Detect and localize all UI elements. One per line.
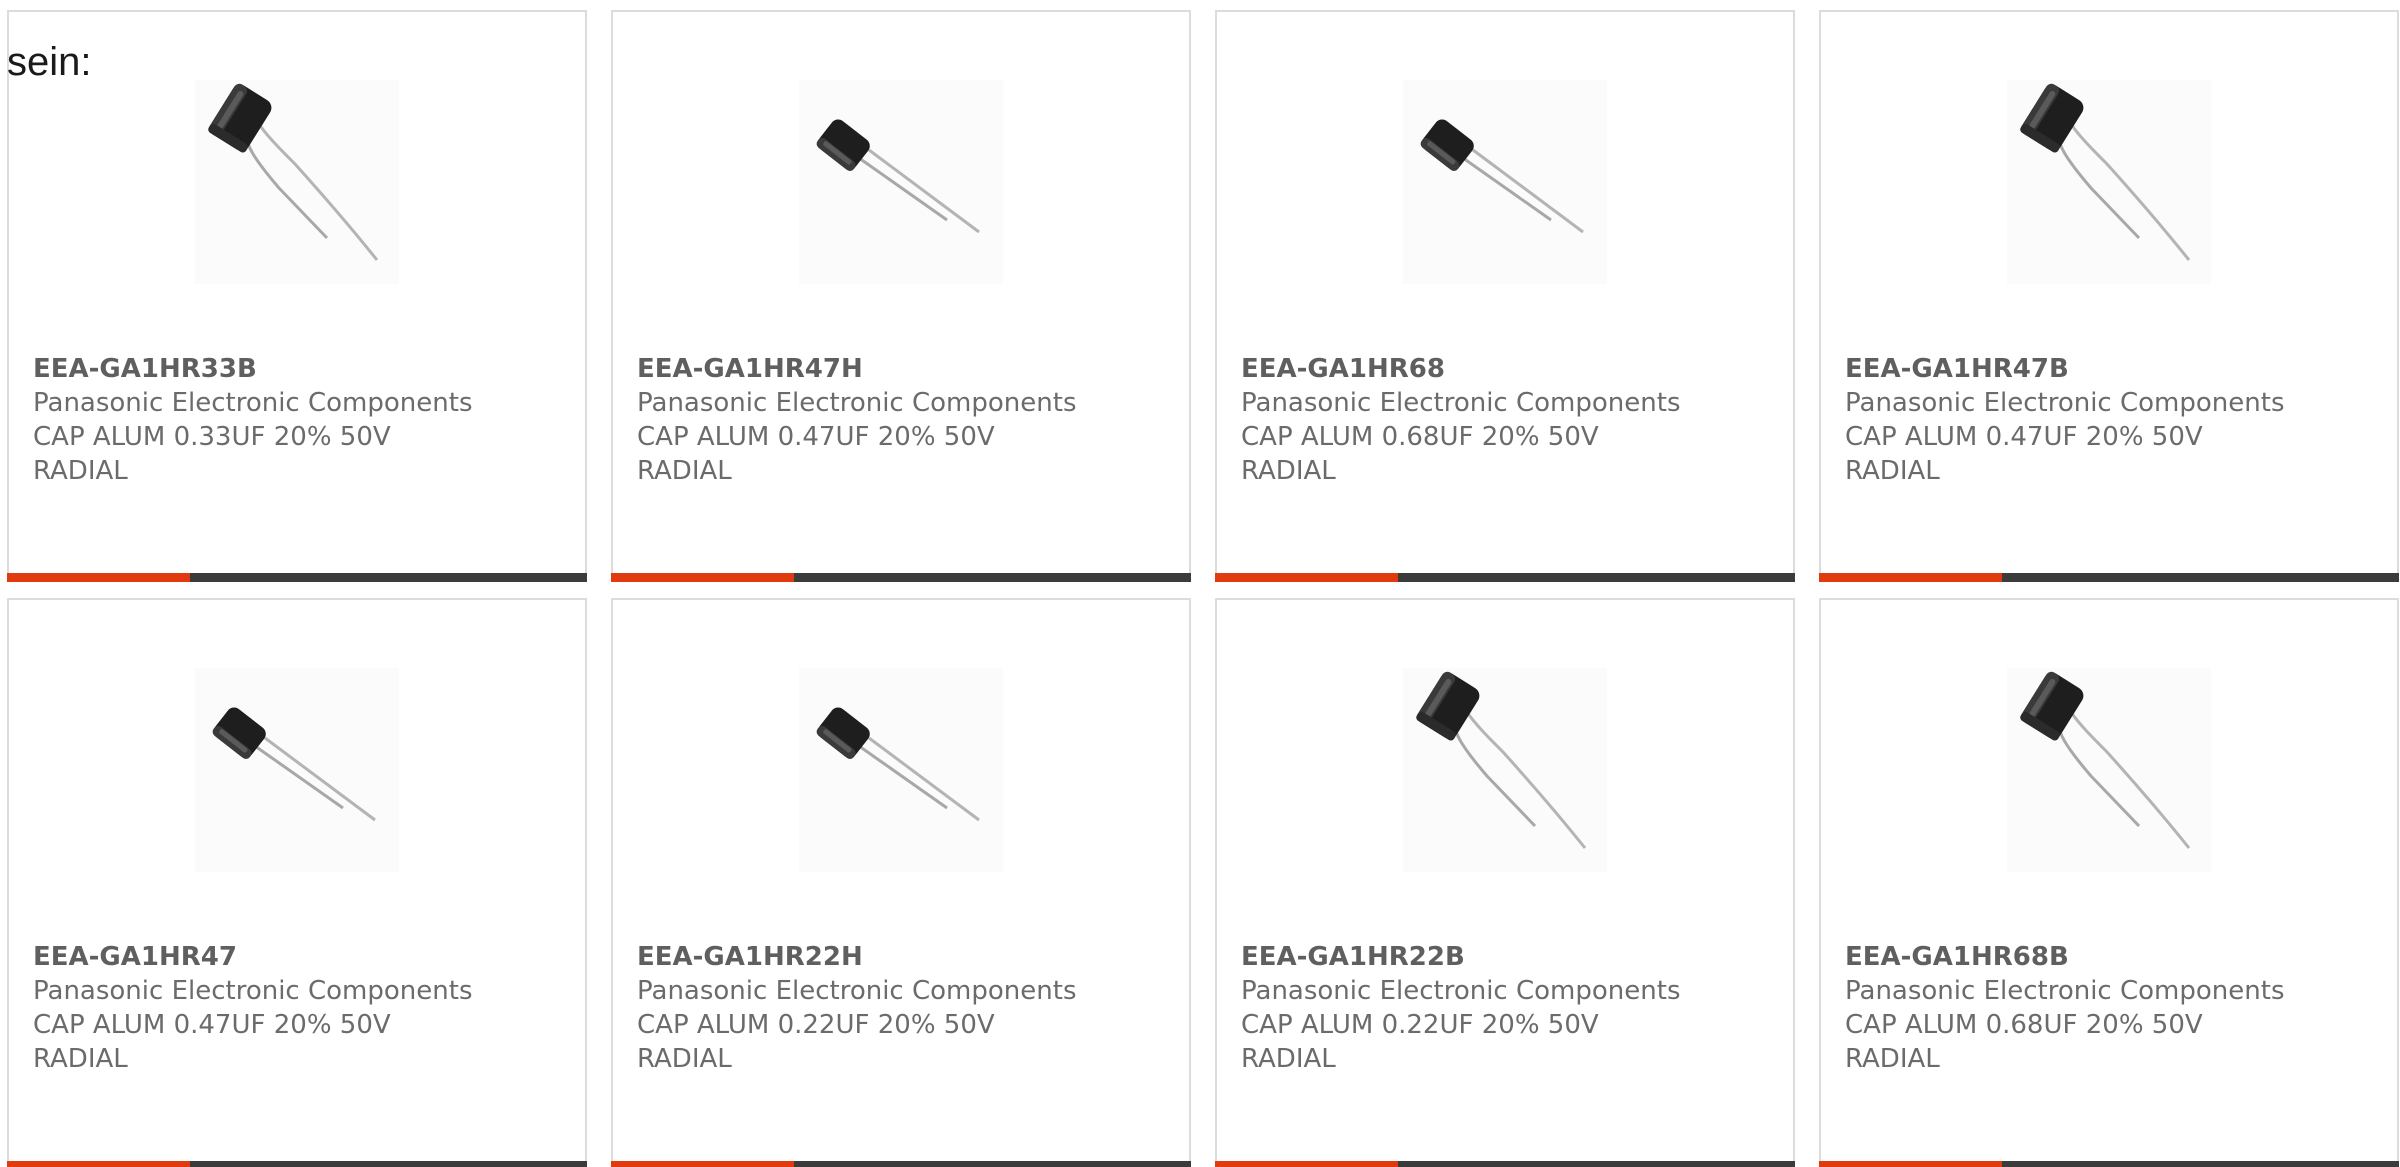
- card-bottom-bar: [1215, 573, 1795, 582]
- capacitor-bent-leads-image: [2007, 80, 2211, 284]
- product-card[interactable]: EEA-GA1HR22H Panasonic Electronic Compon…: [611, 598, 1191, 1167]
- product-info: EEA-GA1HR22H Panasonic Electronic Compon…: [637, 940, 1165, 1076]
- product-card[interactable]: EEA-GA1HR47 Panasonic Electronic Compone…: [7, 598, 587, 1167]
- part-number[interactable]: EEA-GA1HR22H: [637, 940, 1165, 974]
- page: sein: EEA-GA1HR33B Panasonic Electronic …: [0, 0, 2400, 1167]
- capacitor-bent-leads-image: [1403, 668, 1607, 872]
- description: CAP ALUM 0.68UF 20% 50V RADIAL: [1845, 1010, 2203, 1074]
- manufacturer: Panasonic Electronic Components: [637, 976, 1077, 1006]
- product-info: EEA-GA1HR47B Panasonic Electronic Compon…: [1845, 352, 2373, 488]
- part-number[interactable]: EEA-GA1HR68B: [1845, 940, 2373, 974]
- description: CAP ALUM 0.33UF 20% 50V RADIAL: [33, 422, 391, 486]
- card-bar-accent: [611, 573, 794, 582]
- product-info: EEA-GA1HR22B Panasonic Electronic Compon…: [1241, 940, 1769, 1076]
- intro-text: sein:: [7, 40, 92, 84]
- product-grid: EEA-GA1HR33B Panasonic Electronic Compon…: [7, 10, 2399, 1167]
- product-info: EEA-GA1HR68B Panasonic Electronic Compon…: [1845, 940, 2373, 1076]
- capacitor-bent-leads-image: [2007, 668, 2211, 872]
- product-card[interactable]: EEA-GA1HR47H Panasonic Electronic Compon…: [611, 10, 1191, 582]
- capacitor-straight-leads-image: [195, 668, 399, 872]
- description: CAP ALUM 0.22UF 20% 50V RADIAL: [637, 1010, 995, 1074]
- card-bar-accent: [7, 1161, 190, 1167]
- manufacturer: Panasonic Electronic Components: [1845, 976, 2285, 1006]
- capacitor-straight-leads-image: [799, 668, 1003, 872]
- card-bottom-bar: [7, 1161, 587, 1167]
- card-bottom-bar: [1819, 1161, 2399, 1167]
- manufacturer: Panasonic Electronic Components: [1241, 388, 1681, 418]
- product-card[interactable]: EEA-GA1HR68 Panasonic Electronic Compone…: [1215, 10, 1795, 582]
- card-bottom-bar: [1819, 573, 2399, 582]
- manufacturer: Panasonic Electronic Components: [1241, 976, 1681, 1006]
- card-bottom-bar: [1215, 1161, 1795, 1167]
- product-card[interactable]: EEA-GA1HR33B Panasonic Electronic Compon…: [7, 10, 587, 582]
- part-number[interactable]: EEA-GA1HR68: [1241, 352, 1769, 386]
- part-number[interactable]: EEA-GA1HR47: [33, 940, 561, 974]
- card-bar-accent: [7, 573, 190, 582]
- manufacturer: Panasonic Electronic Components: [637, 388, 1077, 418]
- card-bottom-bar: [7, 573, 587, 582]
- description: CAP ALUM 0.68UF 20% 50V RADIAL: [1241, 422, 1599, 486]
- card-bottom-bar: [611, 573, 1191, 582]
- product-card[interactable]: EEA-GA1HR68B Panasonic Electronic Compon…: [1819, 598, 2399, 1167]
- card-bar-accent: [1215, 1161, 1398, 1167]
- capacitor-bent-leads-image: [195, 80, 399, 284]
- product-card[interactable]: EEA-GA1HR22B Panasonic Electronic Compon…: [1215, 598, 1795, 1167]
- description: CAP ALUM 0.22UF 20% 50V RADIAL: [1241, 1010, 1599, 1074]
- manufacturer: Panasonic Electronic Components: [33, 976, 473, 1006]
- part-number[interactable]: EEA-GA1HR22B: [1241, 940, 1769, 974]
- manufacturer: Panasonic Electronic Components: [1845, 388, 2285, 418]
- description: CAP ALUM 0.47UF 20% 50V RADIAL: [33, 1010, 391, 1074]
- product-info: EEA-GA1HR33B Panasonic Electronic Compon…: [33, 352, 561, 488]
- capacitor-straight-leads-image: [1403, 80, 1607, 284]
- capacitor-straight-leads-image: [799, 80, 1003, 284]
- part-number[interactable]: EEA-GA1HR33B: [33, 352, 561, 386]
- card-bar-accent: [611, 1161, 794, 1167]
- part-number[interactable]: EEA-GA1HR47H: [637, 352, 1165, 386]
- product-card[interactable]: EEA-GA1HR47B Panasonic Electronic Compon…: [1819, 10, 2399, 582]
- product-info: EEA-GA1HR68 Panasonic Electronic Compone…: [1241, 352, 1769, 488]
- card-bar-accent: [1819, 573, 2002, 582]
- part-number[interactable]: EEA-GA1HR47B: [1845, 352, 2373, 386]
- description: CAP ALUM 0.47UF 20% 50V RADIAL: [1845, 422, 2203, 486]
- product-info: EEA-GA1HR47 Panasonic Electronic Compone…: [33, 940, 561, 1076]
- card-bar-accent: [1215, 573, 1398, 582]
- card-bar-accent: [1819, 1161, 2002, 1167]
- card-bottom-bar: [611, 1161, 1191, 1167]
- product-info: EEA-GA1HR47H Panasonic Electronic Compon…: [637, 352, 1165, 488]
- description: CAP ALUM 0.47UF 20% 50V RADIAL: [637, 422, 995, 486]
- manufacturer: Panasonic Electronic Components: [33, 388, 473, 418]
